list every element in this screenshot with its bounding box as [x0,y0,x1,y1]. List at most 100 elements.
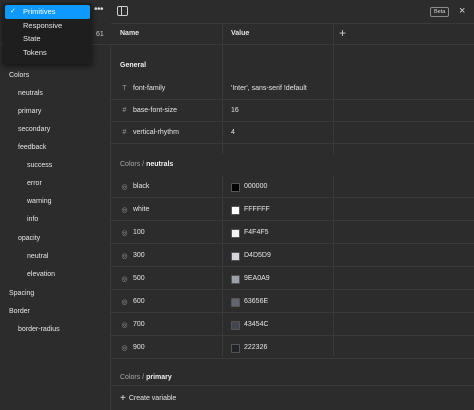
variable-name: font-family [133,85,166,92]
number-type-icon: # [122,107,127,114]
table-row[interactable]: ◎ 100 F4F4F5 [111,222,474,244]
color-type-icon: ◎ [121,345,128,352]
variable-value[interactable]: 4 [231,129,235,136]
color-swatch[interactable] [231,321,240,330]
variable-name: base-font-size [133,107,177,114]
color-swatch[interactable] [231,183,240,192]
tree-item-error[interactable]: error [27,180,42,187]
column-divider [333,45,334,80]
tree-item-primary[interactable]: primary [18,108,41,115]
table-row[interactable]: # vertical-rhythm 4 [111,122,474,144]
table-row[interactable]: ◎ white FFFFFF [111,199,474,221]
variable-name: 900 [133,344,145,351]
tree-item-elevation[interactable]: elevation [27,271,55,278]
color-type-icon: ◎ [121,253,128,260]
create-variable-label: Create variable [128,395,177,402]
add-column-button[interactable]: + [339,26,346,40]
variable-value[interactable]: 9EA0A9 [244,275,270,282]
color-type-icon: ◎ [121,230,128,237]
variable-name: vertical-rhythm [133,129,179,136]
menu-item-primitives[interactable]: ✓ Primitives [5,5,90,19]
variable-name: white [133,206,150,213]
variable-name: 100 [133,229,145,236]
tree-item-colors[interactable]: Colors [9,72,29,79]
divider [111,385,474,386]
table-row[interactable]: ◎ 700 43454C [111,314,474,336]
variable-value[interactable]: 43454C [244,321,269,328]
color-type-icon: ◎ [121,207,128,214]
number-type-icon: # [122,129,127,136]
tree-item-spacing[interactable]: Spacing [9,290,34,297]
check-icon: ✓ [10,8,16,15]
tree-item-neutral[interactable]: neutral [27,253,48,260]
variable-name: 500 [133,275,145,282]
color-type-icon: ◎ [121,184,128,191]
variable-value[interactable]: 222326 [244,344,267,351]
table-row[interactable]: ◎ black 000000 [111,176,474,198]
group-title-general: General [120,62,147,69]
tree-item-secondary[interactable]: secondary [18,126,50,133]
tree-item-opacity[interactable]: opacity [18,235,40,242]
group-name: neutrals [146,161,174,168]
group-path: Colors / [120,161,147,168]
tree-item-neutrals[interactable]: neutrals [18,90,43,97]
variable-value[interactable]: D4D5D9 [244,252,271,259]
group-title-primary: Colors / primary [120,374,172,381]
sidebar-toggle-icon[interactable] [117,6,128,16]
tree-item-success[interactable]: success [27,162,52,169]
menu-item-label: State [23,34,41,43]
menu-item-state[interactable]: State [3,32,92,46]
variable-name: 600 [133,298,145,305]
beta-badge: Beta [430,7,450,17]
menu-item-label: Responsive [23,20,63,30]
tree-item-warning[interactable]: warning [27,198,52,205]
menu-item-tokens[interactable]: Tokens [3,46,92,60]
table-row[interactable]: ◎ 300 D4D5D9 [111,245,474,267]
table-row[interactable]: ◎ 600 63656E [111,291,474,313]
variable-value[interactable]: 16 [231,107,239,114]
variable-value[interactable]: 63656E [244,298,268,305]
column-header-value[interactable]: Value [231,30,249,37]
plus-icon: + [120,393,126,404]
group-name: primary [146,374,172,381]
color-swatch[interactable] [231,344,240,353]
color-type-icon: ◎ [121,276,128,283]
column-header-name: Name [120,30,140,37]
tree-item-info[interactable]: info [27,216,38,223]
variable-count: 61 [96,31,104,38]
menu-item-label: Tokens [23,47,47,57]
tree-item-border[interactable]: Border [9,308,30,315]
table-row[interactable]: T font-family 'Inter', sans-serif !defau… [111,78,474,100]
toolbar: Beta × [111,0,474,24]
color-swatch[interactable] [231,252,240,261]
close-icon[interactable]: × [459,4,465,18]
group-title-neutrals: Colors / neutrals [120,161,173,168]
variable-name: 300 [133,252,145,259]
color-type-icon: ◎ [121,299,128,306]
tree-item-border-radius[interactable]: border-radius [18,326,60,333]
group-path: Colors / [120,374,147,381]
variable-value[interactable]: 000000 [244,183,267,190]
collection-dropdown-menu: ✓ Primitives Responsive State Tokens [3,3,92,64]
create-variable-button[interactable]: + Create variable [120,393,176,404]
table-row[interactable]: # base-font-size 16 [111,100,474,122]
table-row[interactable]: ◎ 500 9EA0A9 [111,268,474,290]
table-row[interactable]: ◎ 900 222326 [111,337,474,359]
menu-item-label: Primitives [23,7,56,16]
menu-item-responsive[interactable]: Responsive [3,19,92,33]
variable-value[interactable]: 'Inter', sans-serif !default [231,85,307,92]
tree-item-feedback[interactable]: feedback [18,144,46,151]
text-type-icon: T [122,85,127,92]
color-swatch[interactable] [231,275,240,284]
color-type-icon: ◎ [121,322,128,329]
variable-value[interactable]: FFFFFF [244,206,270,213]
table-header: Name Value + [111,24,474,45]
more-options-icon[interactable]: ••• [94,5,106,16]
variable-name: black [133,183,150,190]
variable-value[interactable]: F4F4F5 [244,229,269,236]
variable-name: 700 [133,321,145,328]
color-swatch[interactable] [231,229,240,238]
color-swatch[interactable] [231,206,240,215]
color-swatch[interactable] [231,298,240,307]
variables-table-panel: Beta × Name Value + General T font-famil… [111,0,474,410]
